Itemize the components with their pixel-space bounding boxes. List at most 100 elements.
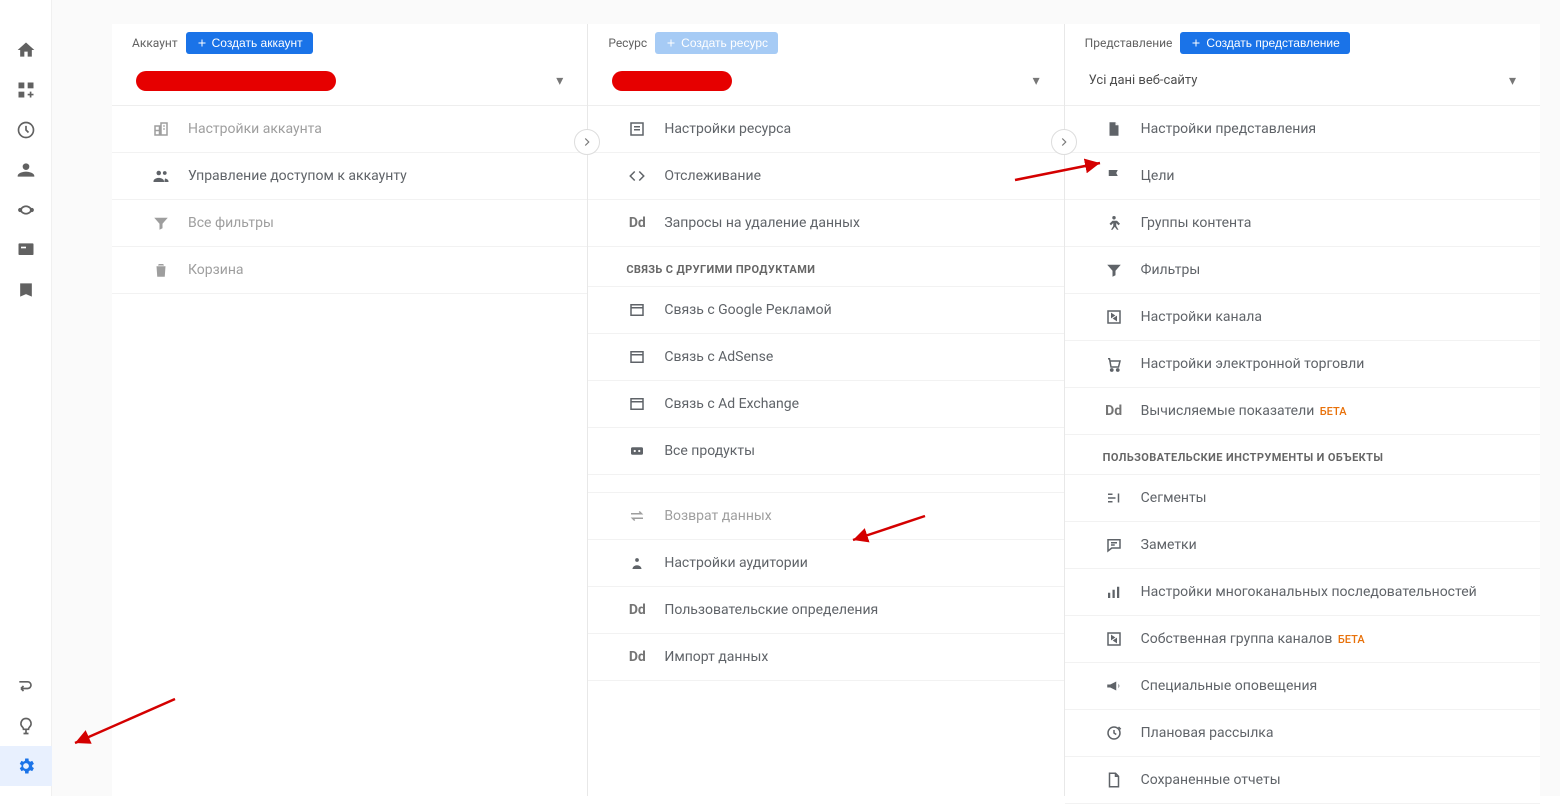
custom-definitions-item[interactable]: Dd Пользовательские определения bbox=[588, 587, 1063, 634]
dd-icon: Dd bbox=[626, 215, 648, 231]
audience-settings-item[interactable]: Настройки аудитории bbox=[588, 540, 1063, 587]
create-view-button-label: Создать представление bbox=[1206, 36, 1339, 50]
view-selector[interactable]: Усі дані веб-сайту ▾ bbox=[1065, 58, 1540, 106]
data-deletion-item[interactable]: Dd Запросы на удаление данных bbox=[588, 200, 1063, 247]
calculated-metrics-item[interactable]: Dd Вычисляемые показатели БЕТА bbox=[1065, 388, 1540, 435]
account-column: Аккаунт Создать аккаунт ▾ Настройки акка… bbox=[112, 24, 587, 796]
content-groups-item[interactable]: Группы контента bbox=[1065, 200, 1540, 247]
list-item-label: Связь с AdSense bbox=[664, 349, 773, 365]
segments-icon bbox=[1103, 489, 1125, 507]
dropdown-caret-icon: ▾ bbox=[1033, 73, 1040, 89]
person-move-icon bbox=[1103, 214, 1125, 232]
list-item-label: Все продукты bbox=[664, 443, 755, 459]
discover-icon[interactable] bbox=[0, 706, 52, 746]
beta-badge: БЕТА bbox=[1338, 633, 1365, 646]
swap-icon bbox=[626, 507, 648, 525]
list-item-label: Настройки представления bbox=[1141, 121, 1316, 137]
create-view-button[interactable]: Создать представление bbox=[1180, 32, 1349, 54]
list-item-label: Связь с Google Рекламой bbox=[664, 302, 831, 318]
window-icon bbox=[626, 395, 648, 413]
create-property-button[interactable]: Создать ресурс bbox=[655, 32, 778, 54]
list-item-label: Настройки аудитории bbox=[664, 555, 807, 571]
list-item-label: Пользовательские определения bbox=[664, 602, 878, 618]
clock-arrow-icon bbox=[1103, 724, 1125, 742]
mcf-settings-item[interactable]: Настройки многоканальных последовательно… bbox=[1065, 569, 1540, 616]
admin-gear-icon[interactable] bbox=[0, 746, 52, 786]
code-brackets-icon bbox=[626, 167, 648, 185]
group-icon bbox=[150, 167, 172, 185]
list-item-label: Все фильтры bbox=[188, 215, 274, 231]
list-item-label: Сегменты bbox=[1141, 490, 1207, 506]
all-products-item[interactable]: Все продукты bbox=[588, 428, 1063, 475]
list-item-label: Корзина bbox=[188, 262, 244, 278]
account-filters-item[interactable]: Все фильтры bbox=[112, 200, 587, 247]
list-item-label: Плановая рассылка bbox=[1141, 725, 1274, 741]
property-selector[interactable]: ▾ bbox=[588, 58, 1063, 106]
megaphone-icon bbox=[1103, 677, 1125, 695]
list-item-label: Управление доступом к аккаунту bbox=[188, 168, 407, 184]
view-filters-item[interactable]: Фильтры bbox=[1065, 247, 1540, 294]
note-icon bbox=[1103, 536, 1125, 554]
beta-badge: БЕТА bbox=[1320, 405, 1347, 418]
left-sidebar bbox=[0, 0, 52, 796]
account-selector[interactable]: ▾ bbox=[112, 58, 587, 106]
account-name-redacted bbox=[136, 71, 336, 91]
list-item-label: Заметки bbox=[1141, 537, 1197, 553]
list-item-label: Импорт данных bbox=[664, 649, 768, 665]
tracking-item[interactable]: Отслеживание bbox=[588, 153, 1063, 200]
property-column: Ресурс Создать ресурс ▾ Настройки ресурс… bbox=[587, 24, 1063, 796]
conversions-icon[interactable] bbox=[0, 270, 52, 310]
custom-channel-group-item[interactable]: Собственная группа каналов БЕТА bbox=[1065, 616, 1540, 663]
adexchange-link-item[interactable]: Связь с Ad Exchange bbox=[588, 381, 1063, 428]
channel-settings-item[interactable]: Настройки канала bbox=[1065, 294, 1540, 341]
scheduled-emails-item[interactable]: Плановая рассылка bbox=[1065, 710, 1540, 757]
account-settings-item[interactable]: Настройки аккаунта bbox=[112, 106, 587, 153]
list-item-label: Отслеживание bbox=[664, 168, 761, 184]
create-account-button[interactable]: Создать аккаунт bbox=[186, 32, 313, 54]
goals-item[interactable]: Цели bbox=[1065, 153, 1540, 200]
view-column-label: Представление bbox=[1085, 36, 1173, 50]
adsense-link-item[interactable]: Связь с AdSense bbox=[588, 334, 1063, 381]
list-item-label: Настройки электронной торговли bbox=[1141, 356, 1365, 372]
list-item-label: Фильтры bbox=[1141, 262, 1201, 278]
transfer-right-button[interactable] bbox=[1051, 129, 1077, 155]
dd-icon: Dd bbox=[626, 602, 648, 618]
trash-icon bbox=[150, 261, 172, 279]
link-box-icon bbox=[626, 442, 648, 460]
audience-icon bbox=[626, 554, 648, 572]
data-import-item[interactable]: Dd Импорт данных bbox=[588, 634, 1063, 681]
segments-item[interactable]: Сегменты bbox=[1065, 475, 1540, 522]
admin-main: Аккаунт Создать аккаунт ▾ Настройки акка… bbox=[52, 0, 1560, 796]
view-selector-text: Усі дані веб-сайту bbox=[1089, 73, 1198, 88]
filter-icon bbox=[1103, 261, 1125, 279]
channel-box-icon bbox=[1103, 308, 1125, 326]
list-item-label: Настройки многоканальных последовательно… bbox=[1141, 584, 1477, 600]
audience-icon[interactable] bbox=[0, 150, 52, 190]
customization-icon[interactable] bbox=[0, 70, 52, 110]
building-icon bbox=[150, 120, 172, 138]
product-linking-heading: СВЯЗЬ С ДРУГИМИ ПРОДУКТАМИ bbox=[588, 247, 1063, 287]
google-ads-link-item[interactable]: Связь с Google Рекламой bbox=[588, 287, 1063, 334]
list-item-label: Группы контента bbox=[1141, 215, 1252, 231]
behavior-icon[interactable] bbox=[0, 230, 52, 270]
list-item-label: Настройки аккаунта bbox=[188, 121, 322, 137]
ecommerce-settings-item[interactable]: Настройки электронной торговли bbox=[1065, 341, 1540, 388]
list-item-label: Связь с Ad Exchange bbox=[664, 396, 799, 412]
custom-alerts-item[interactable]: Специальные оповещения bbox=[1065, 663, 1540, 710]
account-trash-item[interactable]: Корзина bbox=[112, 247, 587, 294]
annotations-item[interactable]: Заметки bbox=[1065, 522, 1540, 569]
saved-reports-item[interactable]: Сохраненные отчеты bbox=[1065, 757, 1540, 804]
view-settings-item[interactable]: Настройки представления bbox=[1065, 106, 1540, 153]
data-return-item[interactable]: Возврат данных bbox=[588, 493, 1063, 540]
account-access-item[interactable]: Управление доступом к аккаунту bbox=[112, 153, 587, 200]
window-icon bbox=[626, 348, 648, 366]
account-item-list: Настройки аккаунта Управление доступом к… bbox=[112, 106, 587, 294]
realtime-icon[interactable] bbox=[0, 110, 52, 150]
personal-tools-heading: ПОЛЬЗОВАТЕЛЬСКИЕ ИНСТРУМЕНТЫ И ОБЪЕКТЫ bbox=[1065, 435, 1540, 475]
property-settings-item[interactable]: Настройки ресурса bbox=[588, 106, 1063, 153]
attribution-icon[interactable] bbox=[0, 666, 52, 706]
create-property-button-label: Создать ресурс bbox=[681, 36, 768, 50]
acquisition-icon[interactable] bbox=[0, 190, 52, 230]
home-icon[interactable] bbox=[0, 30, 52, 70]
create-account-button-label: Создать аккаунт bbox=[212, 36, 303, 50]
